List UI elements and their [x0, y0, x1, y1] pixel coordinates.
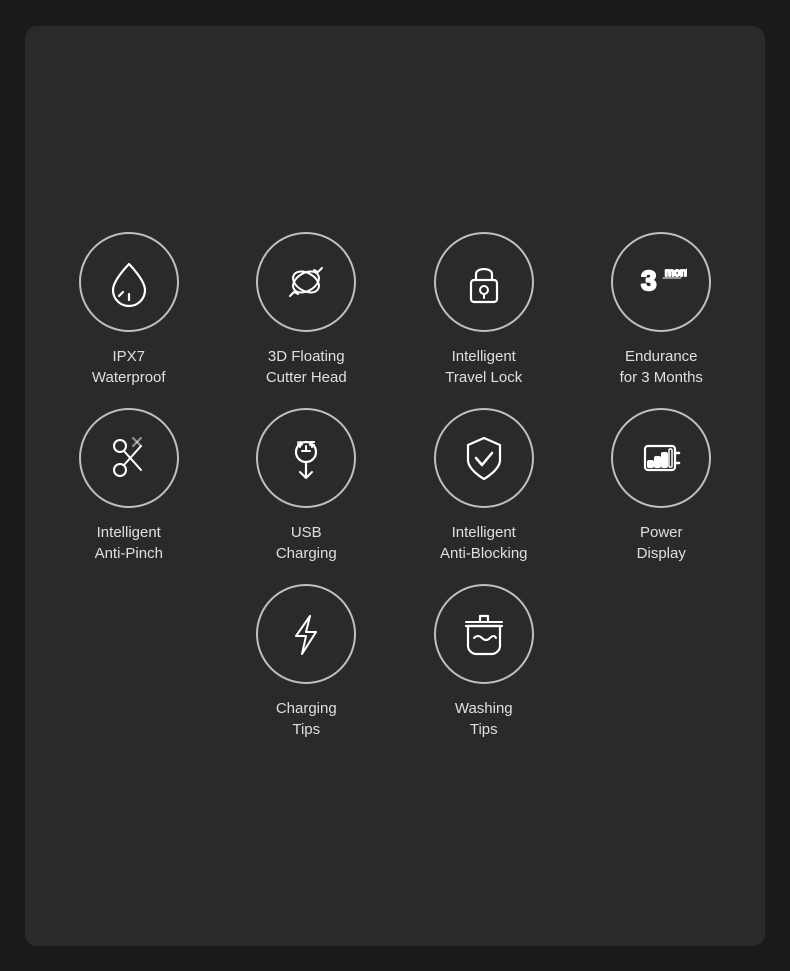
lightning-icon — [280, 608, 332, 660]
features-card: IPX7Waterproof 3D FloatingCutter Head — [25, 26, 765, 946]
svg-text:3: 3 — [641, 265, 657, 296]
features-grid-row3: ChargingTips WashingTips — [45, 584, 745, 740]
anti-pinch-label: IntelligentAnti-Pinch — [95, 522, 163, 564]
washing-tips-label: WashingTips — [455, 698, 513, 740]
usb-charging-label: USBCharging — [276, 522, 337, 564]
feature-usb-charging: USBCharging — [223, 408, 391, 564]
battery-display-icon — [635, 432, 687, 484]
feature-travel-lock: IntelligentTravel Lock — [400, 232, 568, 388]
feature-endurance: 3 months Endurancefor 3 Months — [578, 232, 746, 388]
three-months-icon-circle: 3 months — [611, 232, 711, 332]
feature-washing-tips: WashingTips — [400, 584, 568, 740]
svg-text:months: months — [665, 267, 687, 279]
usb-icon-circle — [256, 408, 356, 508]
feature-anti-pinch: IntelligentAnti-Pinch — [45, 408, 213, 564]
water-drop-icon — [103, 256, 155, 308]
shield-check-icon-circle — [434, 408, 534, 508]
charging-tips-label: ChargingTips — [276, 698, 337, 740]
lock-label: IntelligentTravel Lock — [445, 346, 522, 388]
usb-charging-icon — [280, 432, 332, 484]
cutter-icon-circle — [256, 232, 356, 332]
anti-blocking-label: IntelligentAnti-Blocking — [440, 522, 528, 564]
scissors-icon — [103, 432, 155, 484]
shield-check-icon — [458, 432, 510, 484]
feature-anti-blocking: IntelligentAnti-Blocking — [400, 408, 568, 564]
feature-charging-tips: ChargingTips — [223, 584, 391, 740]
feature-ipx7-waterproof: IPX7Waterproof — [45, 232, 213, 388]
endurance-label: Endurancefor 3 Months — [620, 346, 703, 388]
ipx7-label: IPX7Waterproof — [92, 346, 166, 388]
lightning-icon-circle — [256, 584, 356, 684]
washing-icon — [458, 608, 510, 660]
power-display-label: PowerDisplay — [637, 522, 686, 564]
feature-power-display: PowerDisplay — [578, 408, 746, 564]
ipx7-icon-circle — [79, 232, 179, 332]
cutter-head-icon — [280, 256, 332, 308]
features-grid-row2: IntelligentAnti-Pinch — [45, 408, 745, 564]
three-months-icon: 3 months — [635, 256, 687, 308]
cutter-label: 3D FloatingCutter Head — [266, 346, 347, 388]
lock-icon — [458, 256, 510, 308]
washing-icon-circle — [434, 584, 534, 684]
scissors-icon-circle — [79, 408, 179, 508]
lock-icon-circle — [434, 232, 534, 332]
feature-3d-cutter: 3D FloatingCutter Head — [223, 232, 391, 388]
battery-icon-circle — [611, 408, 711, 508]
features-grid-row1: IPX7Waterproof 3D FloatingCutter Head — [45, 232, 745, 388]
